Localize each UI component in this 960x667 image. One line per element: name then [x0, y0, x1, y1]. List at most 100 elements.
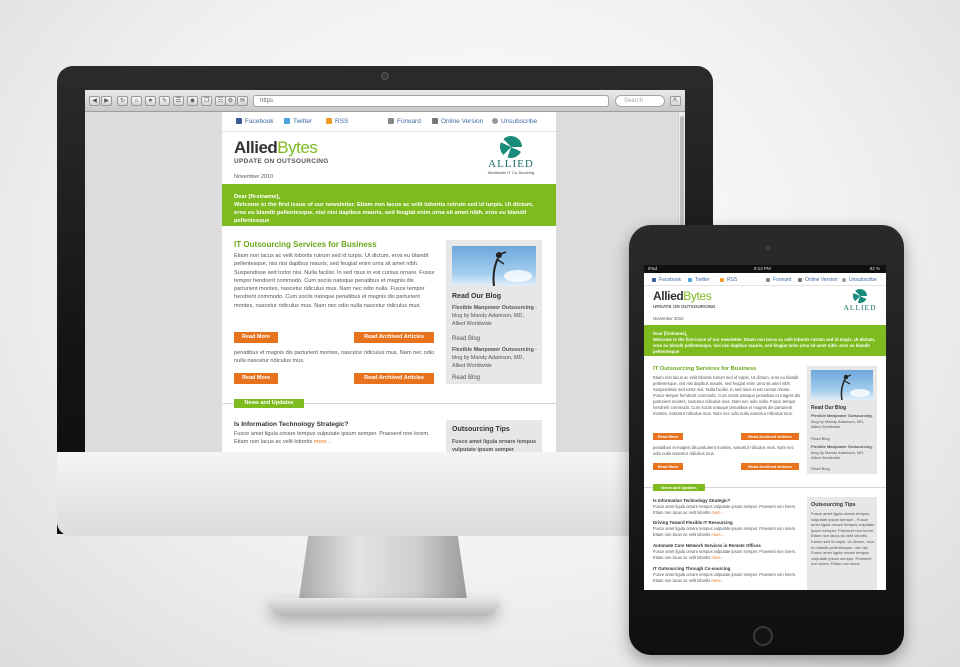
read-more-button[interactable]: Read More: [234, 332, 278, 343]
reload-icon[interactable]: ↻: [117, 96, 128, 106]
twitter-link[interactable]: Twitter: [284, 118, 312, 125]
forward-link[interactable]: Forward: [388, 118, 421, 125]
logo-word: ALLIED: [488, 158, 534, 170]
menu-icon[interactable]: ☰: [173, 96, 184, 106]
rss-link[interactable]: RSS: [720, 277, 737, 283]
banner-text: Welcome to the first issue of our newsle…: [653, 337, 875, 354]
article-body: Etiam non lacus ac velit lobortis rutrum…: [234, 253, 435, 309]
news-item: Is Information Technology Strategic? Fus…: [653, 498, 803, 515]
share-bar: Facebook Twitter RSS Forward Online Vers…: [644, 273, 886, 286]
read-blog-link[interactable]: Read Blog: [452, 374, 538, 382]
tips-body: Fusce amet ligula ornare tempus vulputat…: [811, 511, 875, 567]
home-icon: [432, 118, 438, 124]
welcome-banner: Dear [firstname], Welcome to the first i…: [222, 184, 556, 226]
read-more-button[interactable]: Read More: [653, 433, 683, 440]
settings-icon[interactable]: ⚙: [225, 96, 236, 106]
unsubscribe-link[interactable]: Unsubscribe: [492, 118, 537, 125]
more-link[interactable]: more...: [711, 578, 724, 583]
desktop-screen: ◀ ▶ ↻ ⌂ ★ ✎ ☰ ◉ ❒ ☷ ⚙ ✉ https Search ⇱ F…: [85, 90, 685, 452]
logo-tagline: Worldwide IT Co-Sourcing: [487, 170, 535, 175]
facebook-icon: [652, 278, 656, 282]
online-version-link[interactable]: Online Version: [432, 118, 483, 125]
status-battery: 82 %: [869, 266, 880, 271]
tablet-screen: iPad 9:14 PM 82 % Facebook Twitter RSS F…: [644, 265, 886, 590]
logo-swirl-icon: [500, 136, 522, 158]
issue-date: November 2010: [234, 174, 274, 180]
read-archived-button[interactable]: Read Archived Articles: [354, 332, 434, 343]
url-input[interactable]: https: [253, 95, 609, 107]
facebook-icon: [236, 118, 242, 124]
forward-link[interactable]: Forward: [766, 277, 791, 283]
facebook-link[interactable]: Facebook: [652, 277, 681, 283]
read-archived-button[interactable]: Read Archived Articles: [354, 373, 434, 384]
tips-lead: Fusce amet ligula ornare tempus vulputat…: [452, 439, 537, 452]
record-icon[interactable]: ◉: [187, 96, 198, 106]
blog-heading: Read Our Blog: [811, 405, 847, 411]
article-title: IT Outsourcing Services for Business: [653, 366, 757, 372]
bookmark-icon[interactable]: ★: [145, 96, 156, 106]
more-link[interactable]: more...: [711, 555, 724, 560]
facebook-link[interactable]: Facebook: [236, 118, 274, 125]
logo-word: ALLIED: [843, 303, 877, 312]
blog-post-1: Flexible Manpower Outsourcing - blog by …: [452, 304, 538, 328]
window-icon[interactable]: ❒: [201, 96, 212, 106]
twitter-link[interactable]: Twitter: [688, 277, 710, 283]
blog-post-title[interactable]: Flexible Manpower Outsourcing: [452, 347, 534, 353]
blog-post-title[interactable]: Flexible Manpower Outsourcing: [811, 444, 872, 449]
brand-subtitle: UPDATE ON OUTSOURCING: [653, 304, 716, 309]
allied-logo: ALLIED Worldwide IT Co-Sourcing: [480, 136, 542, 180]
article-body-continued: penatibus et magnis dis parturient monte…: [653, 445, 794, 456]
blog-post-2: Flexible Manpower Outsourcing - blog by …: [452, 346, 538, 370]
read-blog-link[interactable]: Read Blog: [811, 466, 875, 472]
more-link[interactable]: more...: [711, 532, 724, 537]
home-icon: [798, 278, 802, 282]
news-item-body: Fusce amet ligula ornare tempus vulputat…: [653, 549, 797, 560]
expand-icon[interactable]: ⇱: [670, 96, 681, 106]
blog-post-title[interactable]: Flexible Manpower Outsourcing: [452, 305, 534, 311]
newsletter-desktop: Facebook Twitter RSS Forward Online Vers…: [222, 112, 556, 452]
status-device: iPad: [648, 266, 658, 271]
banner-text: Welcome to the first issue of our newsle…: [234, 202, 534, 224]
news-item-body: Fusce amet ligula ornare tempus vulputat…: [653, 526, 797, 537]
read-blog-link[interactable]: Read Blog: [811, 436, 875, 442]
rss-icon: [720, 278, 724, 282]
article-title: IT Outsourcing Services for Business: [234, 240, 377, 249]
welcome-banner: Dear [firstname], Welcome to the first i…: [644, 325, 886, 356]
tips-sidebar: Outsourcing Tips Fusce amet ligula ornar…: [446, 420, 542, 452]
camera-icon: [381, 72, 389, 80]
logo-swirl-icon: [853, 289, 867, 303]
news-item-title[interactable]: Is Information Technology Strategic?: [234, 421, 348, 428]
home-button-icon[interactable]: [753, 626, 773, 646]
news-item: Automate Core Network Services in Remote…: [653, 543, 803, 560]
unsubscribe-link[interactable]: Unsubscribe: [842, 277, 877, 283]
blog-post-1: Flexible Manpower Outsourcing - blog by …: [811, 413, 875, 430]
more-link[interactable]: more...: [711, 510, 724, 515]
read-archived-button[interactable]: Read Archived Articles: [741, 433, 799, 440]
online-version-link[interactable]: Online Version: [798, 277, 838, 283]
block-icon: [842, 278, 846, 282]
more-link[interactable]: more...: [314, 439, 331, 445]
tips-heading: Outsourcing Tips: [811, 502, 856, 508]
news-section-label: News and Updates: [234, 399, 304, 408]
imac-stand: [298, 536, 468, 606]
read-more-button[interactable]: Read More: [234, 373, 278, 384]
read-blog-link[interactable]: Read Blog: [452, 335, 538, 343]
article-body: Etiam non lacus ac velit lobortis rutrum…: [653, 375, 801, 416]
home-icon[interactable]: ⌂: [131, 96, 142, 106]
tips-sidebar: Outsourcing Tips Fusce amet ligula ornar…: [807, 497, 877, 590]
camera-icon: [765, 245, 771, 251]
read-more-button[interactable]: Read More: [653, 463, 683, 470]
rss-link[interactable]: RSS: [326, 118, 348, 125]
share-bar: Facebook Twitter RSS Forward Online Vers…: [222, 112, 556, 132]
block-icon: [492, 118, 498, 124]
status-bar: iPad 9:14 PM 82 %: [644, 265, 886, 273]
forward-icon[interactable]: ▶: [101, 96, 112, 106]
edit-icon[interactable]: ✎: [159, 96, 170, 106]
browser-search-input[interactable]: Search: [615, 95, 665, 107]
blog-post-title[interactable]: Flexible Manpower Outsourcing: [811, 413, 872, 418]
mail-icon[interactable]: ✉: [237, 96, 248, 106]
browser-toolbar: ◀ ▶ ↻ ⌂ ★ ✎ ☰ ◉ ❒ ☷ ⚙ ✉ https Search ⇱: [85, 90, 685, 112]
news-item: IT Outsourcing Through Co-sourcing Fusce…: [653, 566, 803, 583]
read-archived-button[interactable]: Read Archived Articles: [741, 463, 799, 470]
back-icon[interactable]: ◀: [89, 96, 100, 106]
